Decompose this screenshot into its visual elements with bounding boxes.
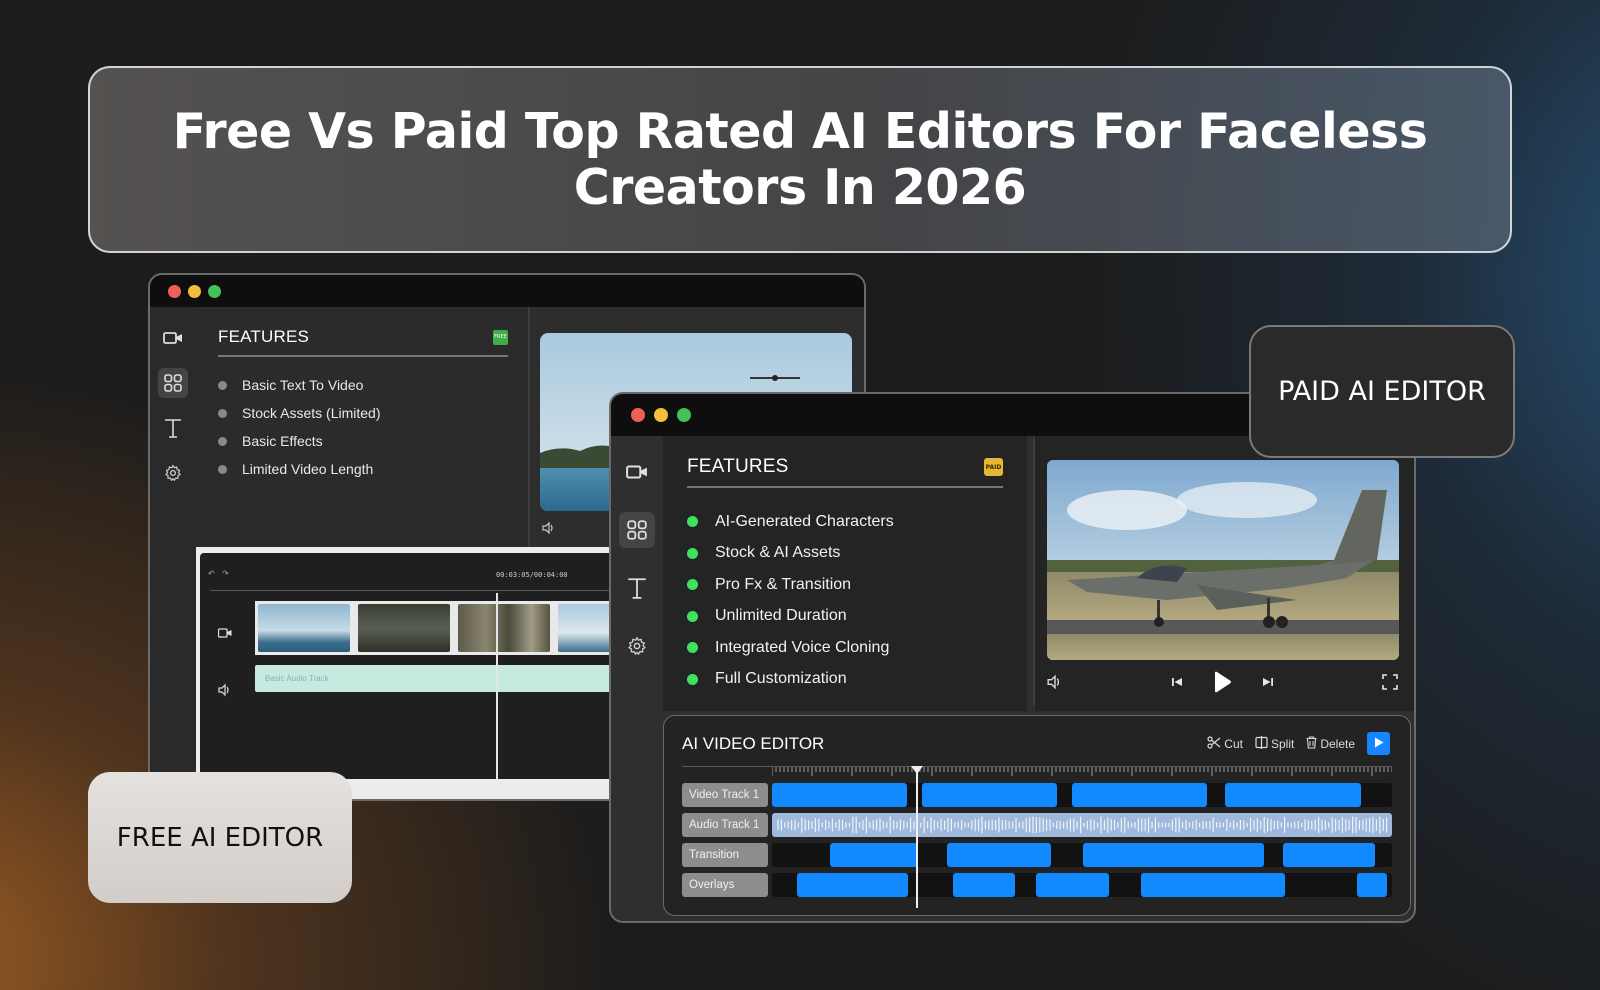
grid-icon[interactable] xyxy=(619,512,655,548)
preview-panel xyxy=(1035,436,1414,711)
list-item: Unlimited Duration xyxy=(687,601,1003,633)
transition-track[interactable] xyxy=(772,843,1392,867)
list-item: Basic Text To Video xyxy=(218,371,508,399)
features-panel: FEATURES PAID AI-Generated Characters St… xyxy=(663,436,1027,711)
feature-list: Basic Text To Video Stock Assets (Limite… xyxy=(218,371,508,483)
title-banner: Free Vs Paid Top Rated AI Editors For Fa… xyxy=(88,66,1512,253)
trash-icon xyxy=(1306,735,1317,752)
video-track[interactable] xyxy=(772,783,1392,807)
play-icon[interactable] xyxy=(1210,670,1234,694)
overlays-track[interactable] xyxy=(772,873,1392,897)
fullscreen-icon[interactable] xyxy=(1381,670,1399,694)
volume-icon xyxy=(218,683,232,702)
volume-icon[interactable] xyxy=(542,521,556,540)
overlay-clip[interactable] xyxy=(1141,873,1285,897)
grid-icon[interactable] xyxy=(158,368,188,398)
list-item: AI-Generated Characters xyxy=(687,506,1003,538)
video-clip[interactable] xyxy=(1225,783,1361,807)
video-clip[interactable] xyxy=(258,604,350,652)
window-titlebar xyxy=(150,275,864,307)
paid-editor-label: PAID AI EDITOR xyxy=(1249,325,1515,458)
track-label-audio: Audio Track 1 xyxy=(682,813,768,837)
video-camera-icon[interactable] xyxy=(619,454,655,490)
skip-forward-icon[interactable] xyxy=(1260,670,1276,694)
feature-list: AI-Generated Characters Stock & AI Asset… xyxy=(687,506,1003,695)
ai-video-editor-panel: AI VIDEO EDITOR Cut Split Delete Video T… xyxy=(663,715,1411,916)
timeline-ruler[interactable] xyxy=(772,767,1392,777)
list-item: Basic Effects xyxy=(218,427,508,455)
cut-button[interactable]: Cut xyxy=(1207,735,1243,752)
list-item: Stock & AI Assets xyxy=(687,538,1003,570)
video-clip[interactable] xyxy=(772,783,907,807)
free-editor-label: FREE AI EDITOR xyxy=(88,772,352,903)
audio-track[interactable] xyxy=(772,813,1392,837)
overlay-clip[interactable] xyxy=(1036,873,1109,897)
maximize-button[interactable] xyxy=(677,408,691,422)
track-label-video: Video Track 1 xyxy=(682,783,768,807)
features-title: FEATURES xyxy=(218,327,310,346)
redo-icon[interactable]: ↷ xyxy=(222,569,229,578)
split-button[interactable]: Split xyxy=(1255,735,1294,752)
minimize-button[interactable] xyxy=(188,284,201,298)
track-label-overlays: Overlays xyxy=(682,873,768,897)
paid-editor-window: FEATURES PAID AI-Generated Characters St… xyxy=(609,392,1416,923)
free-badge: FREE xyxy=(493,329,508,345)
close-button[interactable] xyxy=(168,284,181,298)
playhead[interactable] xyxy=(496,593,498,779)
gear-icon[interactable] xyxy=(619,628,655,664)
timecode: 00:03:05/00:04:00 xyxy=(496,571,568,579)
video-clip[interactable] xyxy=(1072,783,1207,807)
editor-toolbar: Cut Split Delete xyxy=(1207,732,1390,755)
transition-clip[interactable] xyxy=(1083,843,1264,867)
track-label-transition: Transition xyxy=(682,843,768,867)
features-title: FEATURES xyxy=(687,456,789,477)
transition-clip[interactable] xyxy=(1283,843,1375,867)
overlay-clip[interactable] xyxy=(1357,873,1387,897)
list-item: Stock Assets (Limited) xyxy=(218,399,508,427)
tool-rail xyxy=(150,307,196,799)
list-item: Limited Video Length xyxy=(218,455,508,483)
page-title: Free Vs Paid Top Rated AI Editors For Fa… xyxy=(172,102,1428,216)
split-icon xyxy=(1255,735,1268,752)
audio-waveform xyxy=(777,816,1388,834)
transition-clip[interactable] xyxy=(947,843,1051,867)
video-camera-icon xyxy=(217,625,232,643)
play-icon xyxy=(1374,737,1384,751)
editor-title: AI VIDEO EDITOR xyxy=(682,734,825,753)
playhead[interactable] xyxy=(916,768,918,908)
video-clip[interactable] xyxy=(922,783,1057,807)
close-button[interactable] xyxy=(631,408,645,422)
minimize-button[interactable] xyxy=(654,408,668,422)
gear-icon[interactable] xyxy=(158,458,188,488)
overlay-clip[interactable] xyxy=(953,873,1015,897)
features-panel: FEATURES FREE Basic Text To Video Stock … xyxy=(196,307,530,547)
overlay-clip[interactable] xyxy=(797,873,908,897)
play-button[interactable] xyxy=(1367,732,1390,755)
video-clip[interactable] xyxy=(458,604,550,652)
player-controls xyxy=(1047,670,1399,694)
tool-rail xyxy=(611,436,663,921)
text-icon[interactable] xyxy=(158,413,188,443)
video-preview xyxy=(1047,460,1399,660)
list-item: Integrated Voice Cloning xyxy=(687,632,1003,664)
text-icon[interactable] xyxy=(619,570,655,606)
volume-icon[interactable] xyxy=(1047,670,1063,694)
paid-badge: PAID xyxy=(984,458,1003,476)
video-camera-icon[interactable] xyxy=(158,323,188,353)
transition-clip[interactable] xyxy=(830,843,918,867)
skip-back-icon[interactable] xyxy=(1169,670,1185,694)
maximize-button[interactable] xyxy=(208,284,221,298)
video-clip[interactable] xyxy=(358,604,450,652)
divider xyxy=(528,307,530,547)
list-item: Pro Fx & Transition xyxy=(687,569,1003,601)
scissors-icon xyxy=(1207,735,1221,752)
list-item: Full Customization xyxy=(687,664,1003,696)
undo-icon[interactable]: ↶ xyxy=(208,569,215,578)
delete-button[interactable]: Delete xyxy=(1306,735,1355,752)
